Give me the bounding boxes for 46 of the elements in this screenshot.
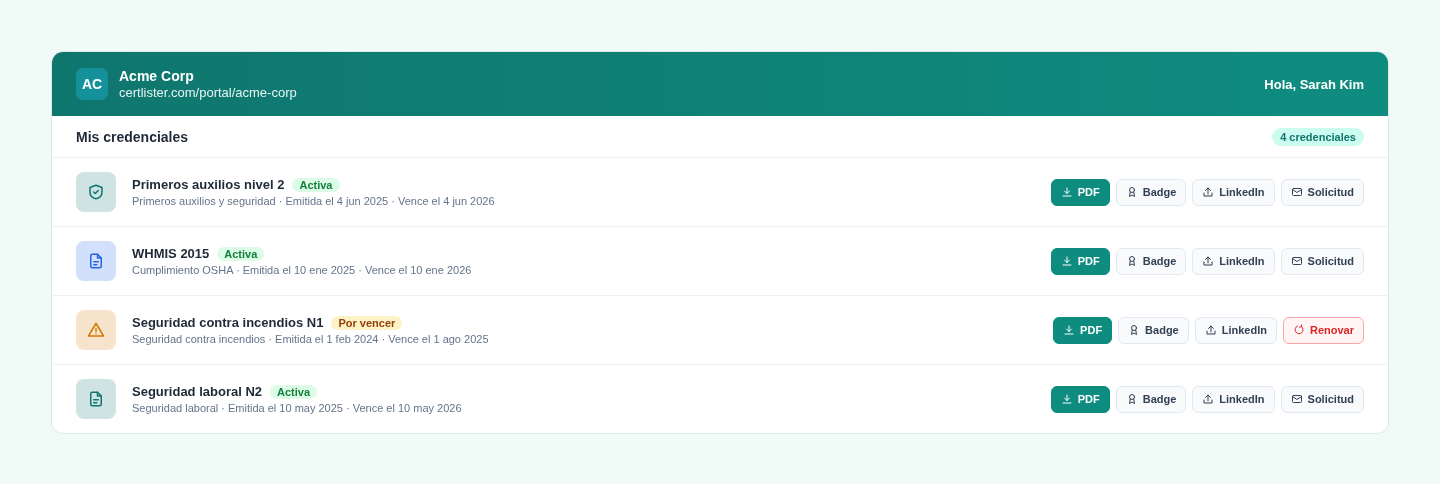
status-badge: Activa bbox=[270, 384, 318, 399]
linkedin-button[interactable]: LinkedIn bbox=[1192, 247, 1275, 275]
badge-button[interactable]: Badge bbox=[1118, 316, 1189, 344]
credential-meta: Primeros auxilios y seguridad · Emitida el 4 jun 2025 · Vence el 4 jun 2026 bbox=[132, 195, 496, 207]
credential-meta: Cumplimiento OSHA · Emitida el 10 ene 2025 · Vence el 10 ene 2026 bbox=[132, 264, 473, 276]
upload-icon bbox=[1204, 324, 1217, 336]
envelope-icon bbox=[1290, 255, 1303, 267]
portal-url: certlister.com/portal/acme-corp bbox=[119, 84, 298, 101]
request-button[interactable]: Solicitud bbox=[1280, 385, 1364, 413]
linkedin-button[interactable]: LinkedIn bbox=[1194, 316, 1277, 344]
linkedin-button[interactable]: LinkedIn bbox=[1192, 178, 1275, 206]
upload-icon bbox=[1202, 186, 1215, 198]
linkedin-button[interactable]: LinkedIn bbox=[1192, 385, 1275, 413]
renew-button[interactable]: Renovar bbox=[1282, 316, 1364, 344]
upload-icon bbox=[1202, 393, 1215, 405]
download-icon bbox=[1060, 393, 1073, 405]
company-avatar: AC bbox=[76, 68, 108, 100]
credential-name: WHMIS 2015 bbox=[132, 246, 210, 261]
section-title: Mis credenciales bbox=[76, 128, 189, 145]
company-name: Acme Corp bbox=[119, 67, 195, 85]
badge-button[interactable]: Badge bbox=[1115, 385, 1187, 413]
status-badge: Activa bbox=[292, 177, 340, 192]
credential-meta: Seguridad contra incendios · Emitida el 1 feb 2024 · Vence el 1 ago 2025 bbox=[132, 333, 490, 345]
pdf-button[interactable]: PDF bbox=[1050, 385, 1110, 413]
pdf-button[interactable]: PDF bbox=[1053, 316, 1113, 344]
request-button[interactable]: Solicitud bbox=[1280, 247, 1364, 275]
credential-name: Seguridad contra incendios N1 bbox=[132, 315, 324, 330]
count-badge: 4 credenciales bbox=[1272, 127, 1364, 146]
download-icon bbox=[1060, 255, 1073, 267]
download-icon bbox=[1060, 186, 1073, 198]
upload-icon bbox=[1202, 255, 1215, 267]
badge-button[interactable]: Badge bbox=[1115, 247, 1187, 275]
credential-name: Primeros auxilios nivel 2 bbox=[132, 177, 285, 192]
envelope-icon bbox=[1290, 186, 1303, 198]
request-button[interactable]: Solicitud bbox=[1280, 178, 1364, 206]
envelope-icon bbox=[1290, 393, 1303, 405]
credential-name: Seguridad laboral N2 bbox=[132, 384, 263, 399]
status-badge: Por vencer bbox=[331, 315, 403, 330]
refresh-icon bbox=[1292, 324, 1305, 336]
pdf-button[interactable]: PDF bbox=[1050, 247, 1110, 275]
credential-meta: Seguridad laboral · Emitida el 10 may 2025 · Vence el 10 may 2026 bbox=[132, 402, 463, 414]
download-icon bbox=[1063, 324, 1076, 336]
badge-button[interactable]: Badge bbox=[1115, 178, 1187, 206]
status-badge: Activa bbox=[217, 246, 265, 261]
greeting: Hola, Sarah Kim bbox=[1264, 76, 1364, 92]
pdf-button[interactable]: PDF bbox=[1050, 178, 1110, 206]
